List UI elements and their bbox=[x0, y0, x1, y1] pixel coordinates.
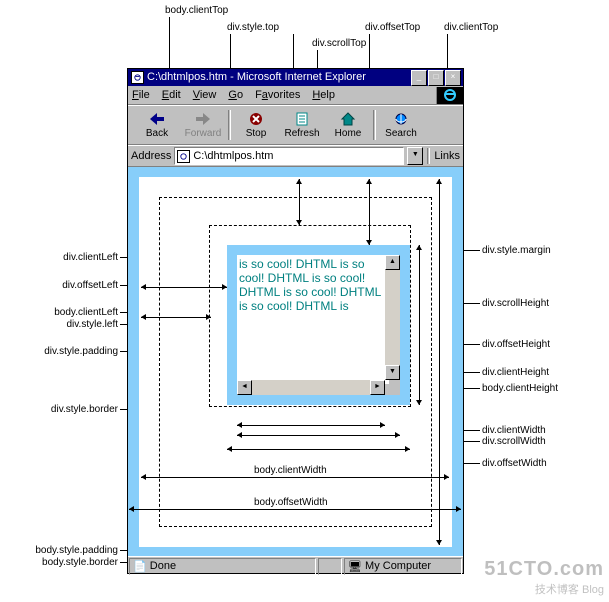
div-clientWidth-arrow bbox=[237, 425, 385, 426]
status-pane-done: 📄 Done bbox=[129, 558, 316, 575]
lbl-div-style-top: div.style.top bbox=[227, 22, 279, 33]
scroll-up-button[interactable]: ▲ bbox=[385, 255, 400, 270]
lbl-div-style-margin: div.style.margin bbox=[482, 245, 551, 256]
body-clientHeight-arrow bbox=[439, 179, 440, 545]
lbl-body-clientLeft: body.clientLeft bbox=[4, 307, 118, 318]
window-title: C:\dhtmlpos.htm - Microsoft Internet Exp… bbox=[147, 69, 366, 86]
scroll-right-button[interactable]: ► bbox=[370, 380, 385, 395]
page-icon bbox=[177, 150, 190, 163]
div-offsetHeight-arrow bbox=[419, 245, 420, 405]
lbl-body-clientTop: body.clientTop bbox=[165, 5, 228, 16]
scroll-down-button[interactable]: ▼ bbox=[385, 365, 400, 380]
lbl-body-clientHeight: body.clientHeight bbox=[482, 383, 558, 394]
div-element: is so cool! DHTML is so cool! DHTML is s… bbox=[227, 245, 410, 405]
toolbar: Back Forward Stop Refresh Home Search bbox=[128, 105, 463, 145]
back-button[interactable]: Back bbox=[134, 108, 180, 142]
computer-icon: 🖥 bbox=[348, 560, 362, 573]
scroll-left-button[interactable]: ◄ bbox=[237, 380, 252, 395]
body-clientWidth-arrow bbox=[141, 477, 449, 478]
ie-app-icon bbox=[131, 71, 144, 84]
body-inner: is so cool! DHTML is so cool! DHTML is s… bbox=[139, 177, 452, 547]
lbl-div-style-border: div.style.border bbox=[5, 404, 118, 415]
status-bar: 📄 Done 🖥 My Computer bbox=[128, 556, 463, 575]
client-area: is so cool! DHTML is so cool! DHTML is s… bbox=[128, 167, 463, 556]
links-label[interactable]: Links bbox=[434, 150, 460, 162]
div-style-left-arrow bbox=[141, 317, 211, 318]
ie-logo-icon bbox=[436, 87, 463, 104]
menu-bar: File Edit View Go Favorites Help bbox=[128, 86, 463, 105]
menu-file[interactable]: File bbox=[132, 89, 150, 101]
lbl-div-scrollHeight: div.scrollHeight bbox=[482, 298, 549, 309]
lbl-div-scrollWidth: div.scrollWidth bbox=[482, 436, 546, 447]
minimize-button[interactable]: _ bbox=[411, 70, 427, 86]
close-button[interactable]: × bbox=[445, 70, 461, 86]
refresh-button[interactable]: Refresh bbox=[279, 108, 325, 142]
diagram-container: body.clientTop div.style.top div.scrollT… bbox=[0, 0, 609, 602]
div-offsetTop-arrow bbox=[369, 179, 370, 245]
vertical-scrollbar[interactable]: ▲ ▼ bbox=[385, 255, 400, 380]
div-offsetWidth-arrow bbox=[227, 449, 410, 450]
menu-go[interactable]: Go bbox=[228, 89, 243, 101]
lbl-div-clientLeft: div.clientLeft bbox=[23, 252, 118, 263]
stop-button[interactable]: Stop bbox=[233, 108, 279, 142]
address-label: Address bbox=[131, 150, 171, 162]
maximize-button[interactable]: □ bbox=[428, 70, 444, 86]
home-button[interactable]: Home bbox=[325, 108, 371, 142]
lbl-div-clientWidth: div.clientWidth bbox=[482, 425, 546, 436]
lbl-div-offsetLeft: div.offsetLeft bbox=[23, 280, 118, 291]
lbl-div-offsetWidth: div.offsetWidth bbox=[482, 458, 547, 469]
lbl-div-offsetTop: div.offsetTop bbox=[365, 22, 420, 33]
address-dropdown[interactable]: ▼ bbox=[407, 147, 423, 165]
ie-window: C:\dhtmlpos.htm - Microsoft Internet Exp… bbox=[127, 68, 464, 574]
lbl-div-clientHeight: div.clientHeight bbox=[482, 367, 549, 378]
lbl-body-style-border: body.style.border bbox=[4, 557, 118, 568]
lbl-div-offsetHeight: div.offsetHeight bbox=[482, 339, 550, 350]
forward-button[interactable]: Forward bbox=[180, 108, 226, 142]
search-button[interactable]: Search bbox=[378, 108, 424, 142]
menu-favorites[interactable]: Favorites bbox=[255, 89, 300, 101]
menu-edit[interactable]: Edit bbox=[162, 89, 181, 101]
lbl-div-clientTop: div.clientTop bbox=[444, 22, 498, 33]
address-bar: Address C:\dhtmlpos.htm ▼ Links bbox=[128, 145, 463, 167]
address-input[interactable]: C:\dhtmlpos.htm bbox=[174, 147, 404, 165]
done-icon: 📄 bbox=[133, 560, 147, 573]
lbl-body-style-padding: body.style.padding bbox=[4, 545, 118, 556]
status-pane-2 bbox=[318, 558, 342, 575]
horizontal-scrollbar[interactable]: ◄ ► bbox=[237, 380, 385, 395]
div-style-top-arrow bbox=[299, 179, 300, 225]
watermark: 51CTO.com 技术博客 Blog bbox=[484, 558, 604, 597]
div-content: is so cool! DHTML is so cool! DHTML is s… bbox=[237, 255, 389, 384]
div-scrollWidth-arrow bbox=[237, 435, 400, 436]
div-offsetLeft-arrow bbox=[141, 287, 227, 288]
lbl-div-scrollTop: div.scrollTop bbox=[312, 38, 366, 49]
lbl-div-style-padding: div.style.padding bbox=[5, 346, 118, 357]
menu-view[interactable]: View bbox=[193, 89, 217, 101]
status-pane-zone: 🖥 My Computer bbox=[344, 558, 462, 575]
menu-help[interactable]: Help bbox=[312, 89, 335, 101]
title-bar[interactable]: C:\dhtmlpos.htm - Microsoft Internet Exp… bbox=[128, 69, 463, 86]
lbl-div-style-left: div.style.left bbox=[32, 319, 118, 330]
body-offsetWidth-arrow bbox=[129, 509, 461, 510]
